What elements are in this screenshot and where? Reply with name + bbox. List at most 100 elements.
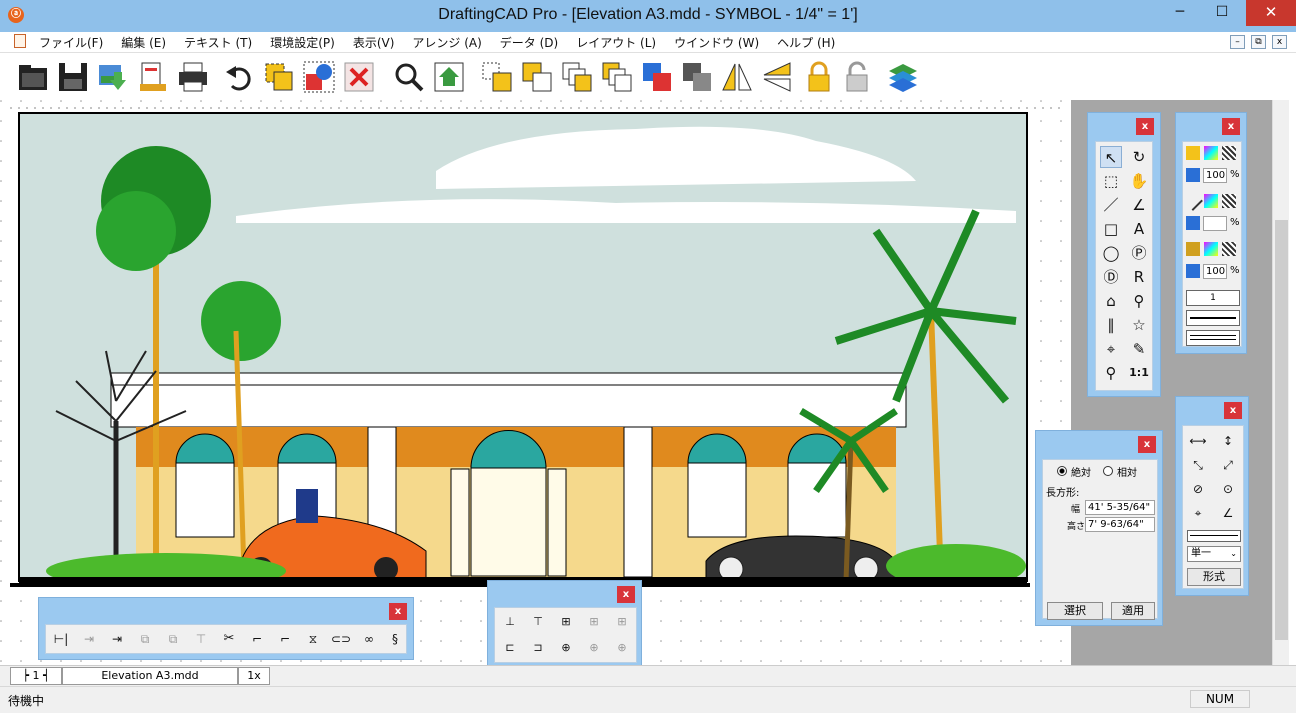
coordinate-palette-close[interactable]: x	[1138, 436, 1156, 453]
maximize-button[interactable]: ☐	[1201, 0, 1243, 26]
line-type-select[interactable]: 単一 ⌄	[1187, 546, 1241, 562]
fill-color-icon[interactable]	[1204, 146, 1218, 160]
extend-line-icon[interactable]: ⊢|	[50, 628, 72, 650]
menu-preferences[interactable]: 環境設定(P)	[261, 34, 344, 51]
menu-window[interactable]: ウインドウ (W)	[665, 34, 768, 51]
format-button[interactable]: 形式	[1187, 568, 1241, 586]
distribute-h-icon[interactable]: ⊞	[583, 611, 605, 633]
line-weight-selector[interactable]: 1	[1186, 290, 1240, 306]
align-left-icon[interactable]: ⊏	[499, 637, 521, 659]
align-palette-close[interactable]: x	[617, 586, 635, 603]
space-v-icon[interactable]: ⊕	[611, 637, 633, 659]
close-button[interactable]: ✕	[1246, 0, 1296, 26]
arrow-style-selector[interactable]	[1186, 330, 1240, 346]
zoom-icon[interactable]	[392, 60, 426, 94]
slant-dimension-icon[interactable]: ⤡	[1187, 454, 1209, 476]
flip-horizontal-icon[interactable]	[720, 60, 754, 94]
pen-color-icon[interactable]	[1204, 194, 1218, 208]
horizontal-dimension-icon[interactable]: ⟷	[1187, 430, 1209, 452]
merge-icon[interactable]: ⧉	[162, 628, 184, 650]
open-icon[interactable]	[16, 60, 50, 94]
align-center-icon[interactable]: ⊕	[555, 637, 577, 659]
diameter-dimension-icon[interactable]: ⊘	[1187, 478, 1209, 500]
tool-palette-close[interactable]: x	[1136, 118, 1154, 135]
send-back-icon[interactable]	[520, 60, 554, 94]
menu-file[interactable]: ファイル(F)	[30, 34, 112, 51]
break-icon[interactable]	[680, 60, 714, 94]
fill-bucket-icon[interactable]	[1186, 146, 1200, 160]
copy-offset-icon[interactable]: ⧉	[134, 628, 156, 650]
menu-text[interactable]: テキスト (T)	[175, 34, 261, 51]
marquee-tool[interactable]: ⬚	[1100, 170, 1122, 192]
fillet-icon[interactable]: ⌐	[246, 628, 268, 650]
menu-view[interactable]: 表示(V)	[344, 34, 404, 51]
menu-data[interactable]: データ (D)	[491, 34, 567, 51]
text-pen-icon[interactable]	[1186, 242, 1200, 256]
mdi-minimize-button[interactable]: –	[1230, 35, 1245, 49]
bring-forward-icon[interactable]	[560, 60, 594, 94]
home-view-icon[interactable]	[432, 60, 466, 94]
combine-icon[interactable]	[640, 60, 674, 94]
layers-icon[interactable]	[886, 60, 920, 94]
select-button[interactable]: 選択	[1047, 602, 1103, 620]
vertical-scrollbar[interactable]	[1272, 100, 1289, 665]
menu-help[interactable]: ヘルプ (H)	[768, 34, 844, 51]
height-field[interactable]	[1085, 517, 1155, 532]
vertical-dimension-icon[interactable]: ↕	[1217, 430, 1239, 452]
ungroup-icon[interactable]	[302, 60, 336, 94]
group-icon[interactable]	[262, 60, 296, 94]
send-backward-icon[interactable]	[600, 60, 634, 94]
angle-line-tool[interactable]: ∠	[1128, 194, 1150, 216]
star-tool[interactable]: ☆	[1128, 314, 1150, 336]
line-tool[interactable]: ／	[1100, 194, 1122, 216]
radius-tool[interactable]: R	[1128, 266, 1150, 288]
pen-opacity-field[interactable]	[1203, 216, 1227, 231]
print-preview-icon[interactable]	[136, 60, 170, 94]
flip-vertical-icon[interactable]	[760, 60, 794, 94]
menu-layout[interactable]: レイアウト (L)	[567, 34, 665, 51]
relative-radio[interactable]	[1103, 466, 1113, 476]
space-h-icon[interactable]: ⊕	[583, 637, 605, 659]
marker-tool[interactable]: ⚲	[1100, 362, 1122, 384]
circle-tool[interactable]: ◯	[1100, 242, 1122, 264]
align-right-icon[interactable]: ⊐	[527, 637, 549, 659]
center-mark-icon[interactable]: ⌖	[1187, 502, 1209, 524]
rotate-tool[interactable]: ↻	[1128, 146, 1150, 168]
unlink-icon[interactable]: §	[384, 628, 406, 650]
polygon-tool[interactable]: Ⓟ	[1128, 242, 1150, 264]
fill-opacity-field[interactable]	[1203, 168, 1227, 183]
scale-1-1-tool[interactable]: 1:1	[1128, 362, 1150, 384]
dimension-palette-close[interactable]: x	[1224, 402, 1242, 419]
pan-tool[interactable]: ✋	[1128, 170, 1150, 192]
undo-icon[interactable]	[222, 60, 256, 94]
link-icon[interactable]: ⊂⊃	[330, 628, 352, 650]
angle-dimension-icon[interactable]: ∠	[1217, 502, 1239, 524]
mdi-restore-button[interactable]: ⧉	[1251, 35, 1266, 49]
eyedropper-tool[interactable]: ✎	[1128, 338, 1150, 360]
width-field[interactable]	[1085, 500, 1155, 515]
pointer-tool[interactable]: ↖	[1100, 146, 1122, 168]
fill-tool[interactable]: ⚲	[1128, 290, 1150, 312]
pen-pattern-icon[interactable]	[1222, 194, 1236, 208]
absolute-radio[interactable]	[1057, 466, 1067, 476]
document-icon[interactable]	[14, 34, 26, 48]
mdi-close-button[interactable]: x	[1272, 35, 1287, 49]
save-icon[interactable]	[56, 60, 90, 94]
pen-line-icon[interactable]	[1183, 191, 1203, 211]
distribute-v-icon[interactable]: ⊞	[611, 611, 633, 633]
attribute-palette-close[interactable]: x	[1222, 118, 1240, 135]
export-image-icon[interactable]	[96, 60, 130, 94]
diameter-tool[interactable]: Ⓓ	[1100, 266, 1122, 288]
crosshair-tool[interactable]: ⌖	[1100, 338, 1122, 360]
edit-palette-close[interactable]: x	[389, 603, 407, 620]
parallel-line-tool[interactable]: ∥	[1100, 314, 1122, 336]
rectangle-tool[interactable]: □	[1100, 218, 1122, 240]
text-tool[interactable]: A	[1128, 218, 1150, 240]
align-middle-icon[interactable]: ⊞	[555, 611, 577, 633]
chain-icon[interactable]: ∞	[358, 628, 380, 650]
minimize-button[interactable]: ─	[1159, 0, 1201, 26]
bring-front-icon[interactable]	[480, 60, 514, 94]
radius-dimension-icon[interactable]: ⊙	[1217, 478, 1239, 500]
scroll-thumb[interactable]	[1275, 220, 1288, 640]
t-junction-icon[interactable]: ⊤	[190, 628, 212, 650]
